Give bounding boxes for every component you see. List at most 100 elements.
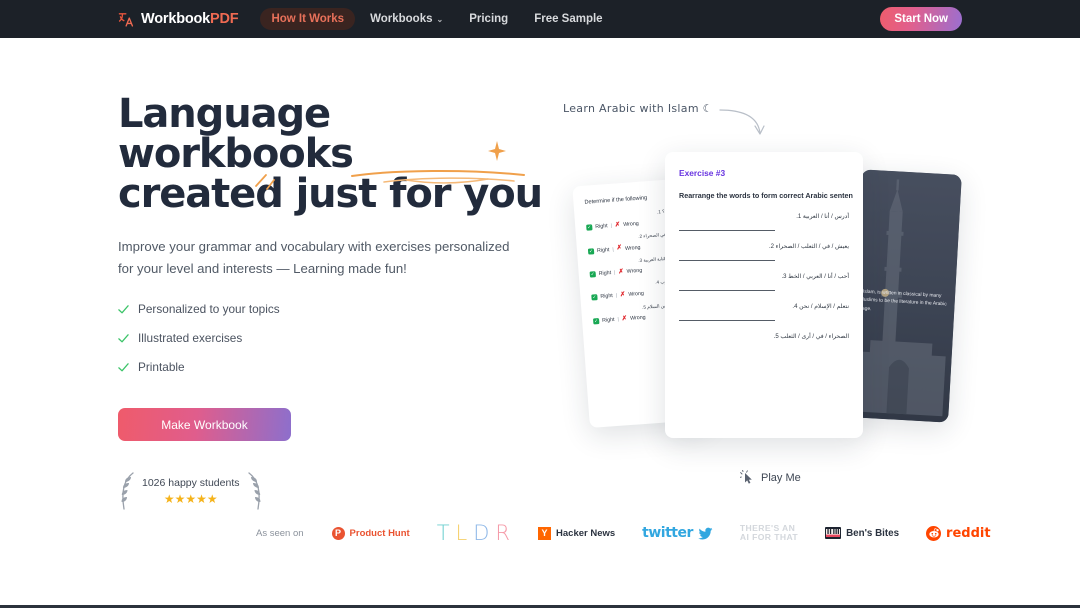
feature-label: Personalized to your topics [138,302,280,316]
feature-list: Personalized to your topics Illustrated … [118,299,548,377]
as-seen-on: As seen on P Product Hunt TLDR Y Hacker … [256,521,1018,545]
hero-left: Language workbooks created just for you … [118,94,548,511]
logo-theres-an-ai-for-that[interactable]: THERE'S AN AI FOR THAT [739,523,799,543]
check-icon [118,333,129,342]
exercise-words: نتعلم / الإسلام / نحن 4. [792,304,849,310]
nav-item-free-sample[interactable]: Free Sample [523,8,613,30]
photo-card[interactable]: f Islam, is written in classical by many… [848,169,962,423]
feature-item: Personalized to your topics [118,299,548,319]
feature-item: Illustrated exercises [118,328,548,348]
separator: | [610,223,613,230]
exercise-title: Exercise #3 [679,168,726,178]
green-check-icon: ✓ [587,247,595,255]
separator: | [615,293,618,300]
exercise-words: الصحراء / في / أرى / الثعلب 5. [773,334,849,340]
as-seen-on-label: As seen on [256,527,304,539]
brand-name-main: Workbook [141,11,211,27]
right-label[interactable]: Right [600,293,613,300]
separator: | [612,246,614,253]
bens-bites-label: Ben's Bites [846,527,900,539]
happy-students-count: 1026 happy students [142,476,240,489]
product-hunt-icon: P [331,526,345,540]
answer-line[interactable] [679,290,775,291]
red-x-icon: ✗ [614,221,621,229]
answer-line[interactable] [679,260,775,261]
exercise-words: أحب / أنا / العربي / الخط 3. [781,274,849,280]
tldr-letter-r: R [495,521,512,545]
right-label[interactable]: Right [595,223,608,230]
taft-label: THERE'S AN AI FOR THAT [739,523,799,543]
check-icon [118,304,129,313]
laurel-left-icon [121,472,134,510]
right-label[interactable]: Right [599,270,612,277]
photo-caption: f Islam, is written in classical by many… [859,289,947,312]
star-rating: ★★★★★ [163,491,218,506]
social-proof: 1026 happy students ★★★★★ [118,471,268,511]
logo-hacker-news[interactable]: Y Hacker News [538,526,616,540]
annotation-text: Learn Arabic with Islam ☾ [563,102,713,115]
exercise-item: الصحراء / في / أرى / الثعلب 5. [679,333,849,340]
sparkle-icon [488,141,506,161]
answer-line[interactable] [679,230,775,231]
make-workbook-button[interactable]: Make Workbook [118,408,291,441]
exercise-item: أحب / أنا / العربي / الخط 3. [679,273,849,291]
reddit-icon [926,525,942,541]
feature-label: Illustrated exercises [138,331,243,345]
tick-marks-decoration [255,174,275,190]
twitter-bird-icon [697,527,713,539]
curved-arrow-icon [719,109,765,135]
exercise-item: أدرس / أنا / العربية 1. [679,213,849,231]
nav-item-workbooks[interactable]: Workbooks ⌄ [359,8,454,30]
exercise-item: نتعلم / الإسلام / نحن 4. [679,303,849,321]
hero-subtext: Improve your grammar and vocabulary with… [118,239,510,276]
logo-product-hunt[interactable]: P Product Hunt [331,526,410,540]
green-check-icon: ✓ [592,317,600,325]
red-x-icon: ✗ [616,244,623,252]
nav-item-pricing[interactable]: Pricing [458,8,519,30]
taft-line-2: AI FOR THAT [739,532,799,542]
right-label[interactable]: Right [602,317,615,324]
exercise-item: يعيش / في / الثعلب / الصحراء 2. [679,243,849,261]
start-now-button[interactable]: Start Now [880,7,962,31]
hacker-news-icon: Y [538,526,552,540]
headline-line-1: Language workbooks [118,91,354,177]
separator: | [617,316,620,323]
wrong-label[interactable]: Wrong [625,244,641,251]
separator: | [613,269,616,276]
exercise-words: يعيش / في / الثعلب / الصحراء 2. [768,244,849,250]
hacker-news-label: Hacker News [556,527,616,539]
exercise-words: أدرس / أنا / العربية 1. [796,214,849,220]
wrong-label[interactable]: Wrong [630,314,646,321]
red-x-icon: ✗ [618,267,624,276]
logo-tldr[interactable]: TLDR [437,521,511,545]
feature-label: Printable [138,360,185,374]
answer-line[interactable] [679,320,775,321]
wrong-label[interactable]: Wrong [623,221,639,228]
brand-logo[interactable]: WorkbookPDF [118,11,239,28]
check-icon [118,362,129,371]
green-check-icon: ✓ [586,224,593,231]
exercise-card[interactable]: Exercise #3 Rearrange the words to form … [665,152,863,438]
sample-cards: Determine if the following ما اسمك؟ 1. ✓… [560,140,990,460]
annotation: Learn Arabic with Islam ☾ [563,102,765,135]
logo-twitter[interactable]: twitter [642,525,713,541]
bens-bites-icon [825,527,842,539]
right-label[interactable]: Right [597,247,610,254]
tldr-letter-t: T [436,521,451,545]
tldr-letter-d: D [473,521,491,545]
play-me-label: Play Me [761,472,801,484]
translate-icon [118,12,134,27]
play-me-button[interactable]: Play Me [740,470,801,486]
logo-bens-bites[interactable]: Ben's Bites [825,527,899,539]
nav-links: How It Works Workbooks ⌄ Pricing Free Sa… [260,8,613,30]
landing-page: WorkbookPDF How It Works Workbooks ⌄ Pri… [0,0,1080,608]
tldr-letter-l: L [455,521,469,545]
nav-item-how-it-works[interactable]: How It Works [260,8,356,30]
wrong-label[interactable]: Wrong [627,268,643,275]
logo-reddit[interactable]: reddit [926,525,991,541]
social-proof-text: 1026 happy students ★★★★★ [138,477,244,506]
brand-name-accent: PDF [210,11,239,27]
laurel-right-icon [247,472,260,510]
page-title: Language workbooks created just for you [118,94,548,214]
wrong-label[interactable]: Wrong [628,291,644,298]
